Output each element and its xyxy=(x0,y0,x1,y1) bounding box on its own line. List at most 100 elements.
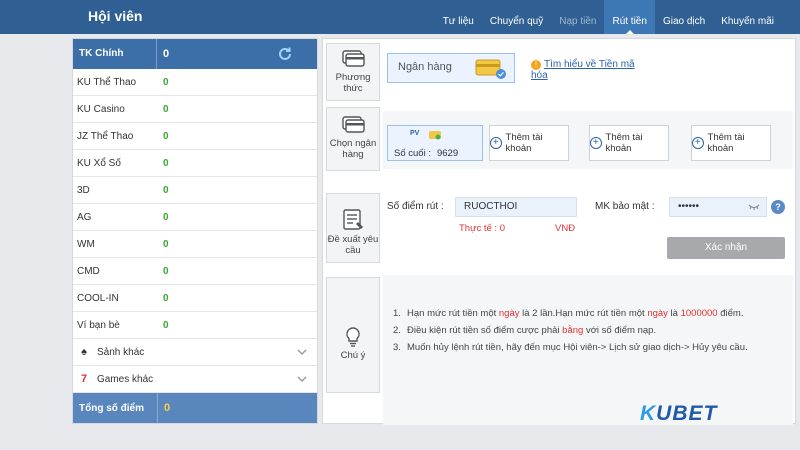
help-icon[interactable]: ? xyxy=(771,200,785,214)
tab-giao-dich[interactable]: Giao dịch xyxy=(655,0,713,34)
note-number: 2. xyxy=(393,325,401,336)
confirm-button[interactable]: Xác nhận xyxy=(667,237,785,259)
top-nav: Tư liệu Chuyển quỹ Nạp tiền Rút tiền Gia… xyxy=(435,0,782,34)
total-points-label: Tổng số điểm xyxy=(79,402,144,414)
note-highlight: bằng xyxy=(562,325,584,336)
actual-value: 0 xyxy=(499,223,505,234)
account-name: 3D xyxy=(77,184,90,196)
account-name: AG xyxy=(77,211,92,223)
add-account-button[interactable]: + Thêm tài khoản xyxy=(691,125,771,161)
account-name: KU Thể Thao xyxy=(77,76,137,88)
crypto-info-link[interactable]: ! Tìm hiểu về Tiền mã hóa xyxy=(531,59,651,81)
note-highlight: 1000000 xyxy=(680,308,718,319)
saved-bank-card[interactable]: PV Số cuối :9629 xyxy=(387,125,483,161)
group-sanh-khac[interactable]: ♠ Sảnh khác xyxy=(73,339,317,366)
last-digits-value: 9629 xyxy=(436,148,459,159)
last-digits-label: Số cuối : xyxy=(394,148,431,159)
tab-rut-tien[interactable]: Rút tiền xyxy=(604,0,655,34)
account-row: AG 0 xyxy=(73,204,317,231)
account-value: 0 xyxy=(163,157,169,169)
plus-icon: + xyxy=(490,137,502,149)
add-account-button[interactable]: + Thêm tài khoản xyxy=(489,125,569,161)
logo-text: UBET xyxy=(656,402,718,425)
add-account-label: Thêm tài khoản xyxy=(707,132,745,154)
chevron-down-icon xyxy=(297,349,307,355)
account-sidebar: TK Chính 0 KU Thể Thao 0 KU Casino 0 JZ Th… xyxy=(72,38,318,424)
lightbulb-icon xyxy=(346,327,360,347)
points-input[interactable]: RUOCTHOI xyxy=(455,197,577,217)
add-account-label: Thêm tài khoản xyxy=(505,132,543,154)
account-row: COOL-IN 0 xyxy=(73,285,317,312)
account-row: KU Xổ Số 0 xyxy=(73,150,317,177)
tab-nap-tien[interactable]: Nạp tiền xyxy=(551,0,604,34)
select-bank-button[interactable]: Chọn ngân hàng xyxy=(326,107,380,171)
note-text: Điều kiện rút tiền số điểm cược phải bằn… xyxy=(407,324,656,337)
group-games-khac[interactable]: 7 Games khác xyxy=(73,366,317,393)
page-title: Hội viên xyxy=(88,8,143,24)
seven-icon: 7 xyxy=(80,373,88,385)
notes-label: Chú ý xyxy=(340,350,366,361)
account-name: WM xyxy=(77,238,95,250)
currency-label: VNĐ xyxy=(555,223,576,234)
group-label: Games khác xyxy=(97,373,154,385)
total-points-value: 0 xyxy=(157,393,170,423)
info-icon: ! xyxy=(531,60,541,70)
account-value: 0 xyxy=(163,238,169,250)
account-value: 0 xyxy=(163,76,169,88)
note-item: 1. Hạn mức rút tiền một ngày là 2 lần.Hạn… xyxy=(393,307,783,320)
account-row: 3D 0 xyxy=(73,177,317,204)
account-name: Ví bạn bè xyxy=(77,319,120,331)
note-text: Muốn hủy lệnh rút tiền, hãy đến mục Hội … xyxy=(407,342,748,353)
note-highlight: ngày xyxy=(647,308,668,319)
note-number: 1. xyxy=(393,308,401,319)
spade-icon: ♠ xyxy=(81,346,87,358)
note-text-part: với số điểm nạp. xyxy=(583,325,657,336)
total-points-row: Tổng số điểm 0 xyxy=(73,393,317,423)
note-text-part: là 2 lần.Hạn mức rút tiền một xyxy=(519,308,648,319)
account-value: 0 xyxy=(163,130,169,142)
account-row: CMD 0 xyxy=(73,258,317,285)
note-highlight: ngày xyxy=(498,308,520,319)
crypto-info-label: Tìm hiểu về Tiền mã hóa xyxy=(531,59,635,81)
submit-request-button[interactable]: Đề xuất yêu cầu xyxy=(326,193,380,263)
note-number: 3. xyxy=(393,342,401,353)
tab-khuyen-mai[interactable]: Khuyến mãi xyxy=(713,0,782,34)
main-account-row: TK Chính 0 xyxy=(73,39,317,69)
note-text-part: Hạn mức rút tiền một xyxy=(407,308,499,319)
account-row: WM 0 xyxy=(73,231,317,258)
note-text-part: là xyxy=(667,308,681,319)
actual-label: Thực tế : xyxy=(459,223,498,234)
logo-k: K xyxy=(640,402,657,425)
password-input[interactable]: •••••• xyxy=(669,197,767,217)
method-button[interactable]: Phương thức xyxy=(326,43,380,101)
account-name: JZ Thể Thao xyxy=(77,130,134,142)
last-digits: Số cuối : 9629 xyxy=(394,148,458,159)
account-row: KU Thể Thao 0 xyxy=(73,69,317,96)
account-row: KU Casino 0 xyxy=(73,96,317,123)
note-item: 2. Điều kiện rút tiền số điểm cược phải b… xyxy=(393,324,783,337)
form-icon xyxy=(343,209,363,230)
withdraw-panel: Phương thức Ngân hàng ! Tìm hiểu về Tiền … xyxy=(322,38,796,425)
account-row: Ví bạn bè 0 xyxy=(73,312,317,339)
tab-tu-lieu[interactable]: Tư liệu xyxy=(435,0,482,34)
account-name: COOL-IN xyxy=(77,292,119,304)
account-name: KU Casino xyxy=(77,103,125,115)
add-account-button[interactable]: + Thêm tài khoản xyxy=(589,125,669,161)
tab-chuyen-quy[interactable]: Chuyển quỹ xyxy=(482,0,551,34)
chevron-down-icon xyxy=(297,376,307,382)
note-text: Hạn mức rút tiền một ngày là 2 lần.Hạn m… xyxy=(407,307,743,320)
points-label: Số điểm rút : xyxy=(387,201,444,212)
eye-hidden-icon[interactable] xyxy=(748,203,760,211)
method-bank-option[interactable]: Ngân hàng xyxy=(387,53,515,83)
bank-brand-icon xyxy=(429,131,441,140)
account-value: 0 xyxy=(163,292,169,304)
notes-button[interactable]: Chú ý xyxy=(326,277,380,393)
account-value: 0 xyxy=(163,211,169,223)
main-account-label: TK Chính xyxy=(73,39,157,69)
actual-amount: Thực tế : 0 xyxy=(459,223,505,234)
account-value: 0 xyxy=(163,184,169,196)
note-item: 3. Muốn hủy lệnh rút tiền, hãy đến mục Hộ… xyxy=(393,341,783,354)
method-button-label: Phương thức xyxy=(335,72,371,94)
add-account-label: Thêm tài khoản xyxy=(605,132,643,154)
refresh-icon[interactable] xyxy=(277,46,293,62)
